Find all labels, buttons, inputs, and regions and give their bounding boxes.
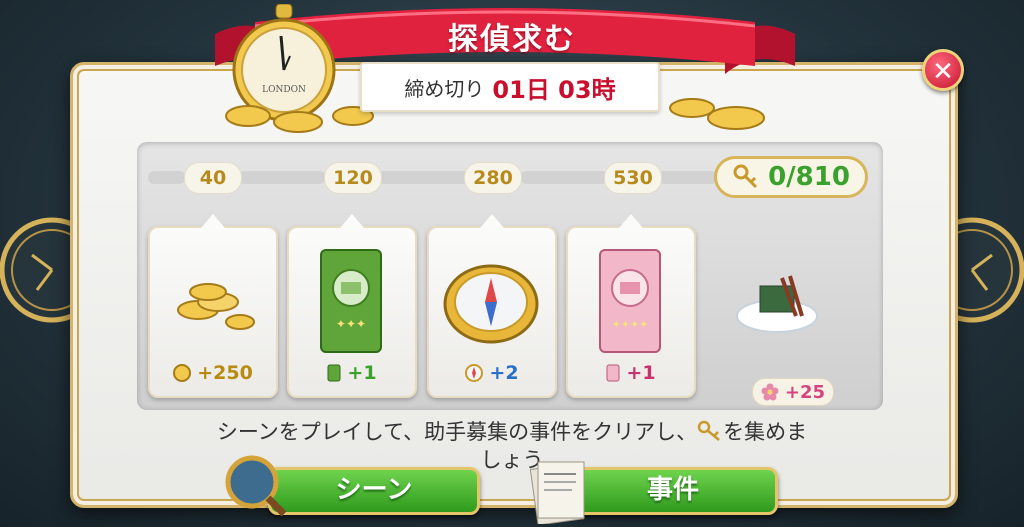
winter-decoration-icon [736, 275, 818, 333]
close-icon: ✕ [932, 57, 954, 87]
compass-icon [443, 264, 539, 344]
coin-pile-icon [177, 283, 255, 330]
coins-decoration-right [669, 98, 765, 130]
reward-amount: +2 [489, 362, 519, 384]
reward-amount: +1 [626, 362, 656, 384]
key-icon [733, 164, 758, 189]
page-title: 探偵求む [448, 22, 576, 57]
svg-text:✦✦✦: ✦✦✦ [336, 317, 366, 331]
progress-track: 40 120 280 530 [148, 162, 718, 194]
progress-segment [148, 171, 186, 184]
key-count-value: 0/810 [768, 162, 850, 192]
reward-card-compass[interactable]: +2 [427, 214, 557, 398]
pink-book-small-icon [606, 364, 620, 382]
coin-icon [173, 364, 192, 382]
key-icon-inline [697, 420, 720, 441]
green-book-icon: ✦✦✦ [320, 249, 382, 353]
reward-amount: +1 [347, 362, 377, 384]
close-button[interactable]: ✕ [922, 49, 964, 91]
progress-segment [520, 171, 608, 184]
svg-text:✦✦✦✦: ✦✦✦✦ [612, 318, 649, 331]
deadline-value: 01日 03時 [492, 75, 616, 104]
progress-segment [238, 171, 326, 184]
reward-card-coins[interactable]: +250 [148, 214, 278, 398]
milestone-280: 280 [464, 162, 522, 194]
magnifier-icon [225, 455, 287, 517]
milestone-530: 530 [604, 162, 662, 194]
reward-card-green-book[interactable]: ✦✦✦ +1 [287, 214, 417, 398]
scene-button[interactable]: シーン [268, 467, 480, 515]
bonus-reward: +25 [752, 378, 834, 406]
coins-decoration [225, 105, 374, 133]
reward-card-pink-book[interactable]: ✦✦✦✦ +1 [566, 214, 696, 398]
reward-amount: +250 [197, 362, 253, 384]
compass-small-icon [465, 364, 484, 382]
pink-book-icon: ✦✦✦✦ [599, 249, 661, 353]
bonus-amount: +25 [784, 381, 826, 403]
case-paper-icon [529, 461, 585, 524]
progress-segment [378, 171, 470, 184]
deadline-label: 締め切り [404, 76, 485, 101]
watch-brand-text: LONDON [262, 85, 306, 95]
milestone-40: 40 [184, 162, 242, 194]
deadline-box: 締め切り 01日 03時 [360, 62, 660, 112]
key-counter: 0/810 [714, 156, 868, 198]
green-book-small-icon [327, 364, 341, 382]
milestone-120: 120 [324, 162, 382, 194]
progress-segment [658, 171, 718, 184]
case-button[interactable]: 事件 [568, 467, 778, 515]
flower-icon [761, 383, 779, 401]
